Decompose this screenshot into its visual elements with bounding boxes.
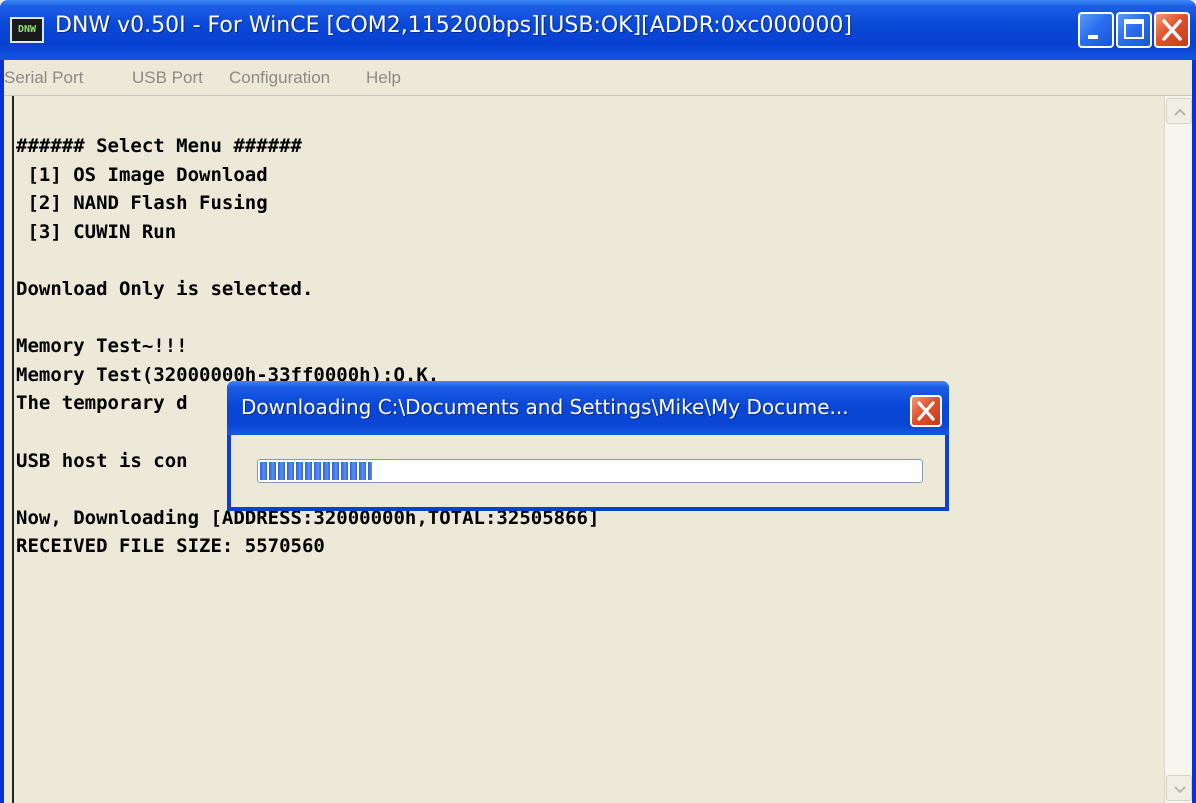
dialog-close-button[interactable] [910,395,942,427]
dialog-title: Downloading C:\Documents and Settings\Mi… [241,395,849,419]
maximize-button[interactable] [1116,12,1152,48]
console-line: [3] CUWIN Run [16,220,177,243]
console-line: RECEIVED FILE SIZE: 5570560 [16,535,325,558]
vertical-scrollbar[interactable] [1164,96,1192,803]
console-line: ###### Select Menu ###### [16,135,302,157]
menu-help[interactable]: Help [366,68,401,88]
chevron-up-icon [1174,108,1186,116]
console-line: Memory Test~!!! [16,335,188,358]
minimize-button[interactable] [1078,12,1114,48]
console-line: Download Only is selected. [16,277,314,300]
menu-bar: Serial Port USB Port Configuration Help [4,60,1192,96]
main-window: DNW DNW v0.50I - For WinCE [COM2,115200b… [0,0,1196,803]
window-title: DNW v0.50I - For WinCE [COM2,115200bps][… [55,13,853,38]
close-icon [917,401,935,421]
menu-usb-port[interactable]: USB Port [132,68,203,88]
menu-serial-port[interactable]: Serial Port [4,68,83,88]
menu-configuration[interactable]: Configuration [229,68,330,88]
title-bar[interactable]: DNW DNW v0.50I - For WinCE [COM2,115200b… [0,0,1196,60]
console-line: [2] NAND Flash Fusing [16,192,268,215]
close-icon [1162,19,1182,41]
chevron-down-icon [1174,786,1186,794]
dialog-body [231,435,945,507]
dialog-title-bar[interactable]: Downloading C:\Documents and Settings\Mi… [227,381,949,435]
download-progress-bar [257,459,923,483]
scroll-up-button[interactable] [1166,98,1192,124]
maximize-icon [1124,19,1144,39]
console-line: [1] OS Image Download [16,163,268,186]
minimize-icon [1088,35,1098,39]
dnw-app-icon: DNW [10,17,44,43]
close-button[interactable] [1154,12,1190,48]
progress-fill [260,462,373,480]
scroll-down-button[interactable] [1166,775,1192,801]
download-progress-dialog: Downloading C:\Documents and Settings\Mi… [227,381,949,511]
